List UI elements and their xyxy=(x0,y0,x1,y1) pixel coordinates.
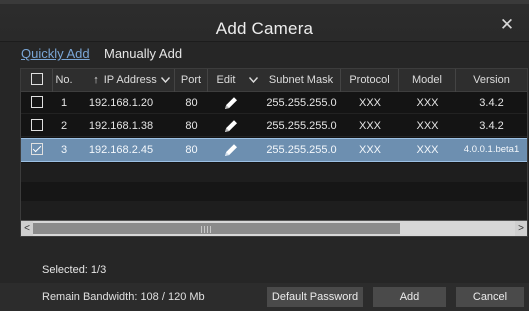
row-ip: 192.168.1.20 xyxy=(88,97,154,109)
row-checkbox[interactable] xyxy=(31,119,43,132)
row-port: 80 xyxy=(185,97,198,109)
sort-arrow-icon: ↑ xyxy=(93,74,99,86)
tab-quickly-add[interactable]: Quickly Add xyxy=(21,46,90,61)
header-subnet-mask[interactable]: Subnet Mask xyxy=(262,69,341,92)
tab-manually-add[interactable]: Manually Add xyxy=(104,46,182,61)
header-ip-label: IP Address xyxy=(103,74,157,86)
table-row[interactable]: 2 192.168.1.38 80 255.255.255.0 XXX XXX … xyxy=(21,115,527,137)
footer-bar: Remain Bandwidth: 108 / 120 Mb Default P… xyxy=(0,283,529,311)
pencil-icon[interactable] xyxy=(220,115,242,137)
chevron-down-icon[interactable] xyxy=(157,69,175,92)
scroll-left-icon[interactable]: < xyxy=(21,221,33,236)
selected-count: Selected: 1/3 xyxy=(42,264,107,276)
table-row-selected[interactable]: 3 192.168.2.45 80 255.255.255.0 XXX XXX … xyxy=(21,138,527,162)
horizontal-scrollbar[interactable]: < > xyxy=(21,220,527,236)
row-version: 3.4.2 xyxy=(479,97,504,109)
select-all-checkbox[interactable] xyxy=(30,73,43,86)
table-row[interactable]: 1 192.168.1.20 80 255.255.255.0 XXX XXX … xyxy=(21,92,527,114)
row-protocol: XXX xyxy=(358,144,381,156)
row-model: XXX xyxy=(416,144,439,156)
header-no[interactable]: No. xyxy=(53,69,75,92)
scrollbar-thumb[interactable] xyxy=(33,223,400,234)
row-checkbox[interactable] xyxy=(31,96,43,109)
remain-bandwidth: Remain Bandwidth: 108 / 120 Mb xyxy=(42,291,205,303)
pencil-icon[interactable] xyxy=(220,139,242,161)
empty-row xyxy=(21,201,527,221)
empty-row xyxy=(21,163,527,183)
dialog-title: Add Camera xyxy=(215,19,314,38)
select-all-cell xyxy=(21,69,53,92)
row-no: 2 xyxy=(60,120,68,132)
header-protocol[interactable]: Protocol xyxy=(341,69,399,92)
row-checkbox-checked[interactable] xyxy=(31,143,43,156)
grip-icon xyxy=(201,226,213,233)
row-ip: 192.168.1.38 xyxy=(88,120,154,132)
row-no: 3 xyxy=(60,144,68,156)
header-version[interactable]: Version xyxy=(456,69,527,92)
header-model[interactable]: Model xyxy=(399,69,456,92)
pencil-icon[interactable] xyxy=(220,92,242,114)
row-protocol: XXX xyxy=(358,120,381,132)
row-port: 80 xyxy=(185,144,198,156)
row-ip: 192.168.2.45 xyxy=(88,144,154,156)
row-version: 3.4.2 xyxy=(479,120,504,132)
camera-table: No. ↑ IP Address Port Edit Subnet Mask Pr… xyxy=(20,68,528,237)
add-camera-dialog: Add Camera ✕ Quickly Add Manually Add No… xyxy=(0,0,529,311)
header-port[interactable]: Port xyxy=(175,69,208,92)
row-mask: 255.255.255.0 xyxy=(266,144,337,156)
row-model: XXX xyxy=(416,120,439,132)
row-no: 1 xyxy=(60,97,68,109)
row-protocol: XXX xyxy=(358,97,381,109)
cancel-button[interactable]: Cancel xyxy=(456,287,524,307)
title-bar: Add Camera ✕ xyxy=(0,0,529,42)
row-mask: 255.255.255.0 xyxy=(266,97,337,109)
chevron-down-icon[interactable] xyxy=(244,69,262,92)
empty-row xyxy=(21,182,527,202)
table-header: No. ↑ IP Address Port Edit Subnet Mask Pr… xyxy=(21,69,527,92)
row-version: 4.0.0.1.beta1 xyxy=(463,144,520,155)
header-edit[interactable]: Edit xyxy=(208,69,244,92)
close-icon[interactable]: ✕ xyxy=(499,16,515,33)
row-port: 80 xyxy=(185,120,198,132)
default-password-button[interactable]: Default Password xyxy=(267,287,363,307)
row-mask: 255.255.255.0 xyxy=(266,120,337,132)
row-model: XXX xyxy=(416,97,439,109)
add-button[interactable]: Add xyxy=(373,287,446,307)
scroll-right-icon[interactable]: > xyxy=(515,221,527,236)
